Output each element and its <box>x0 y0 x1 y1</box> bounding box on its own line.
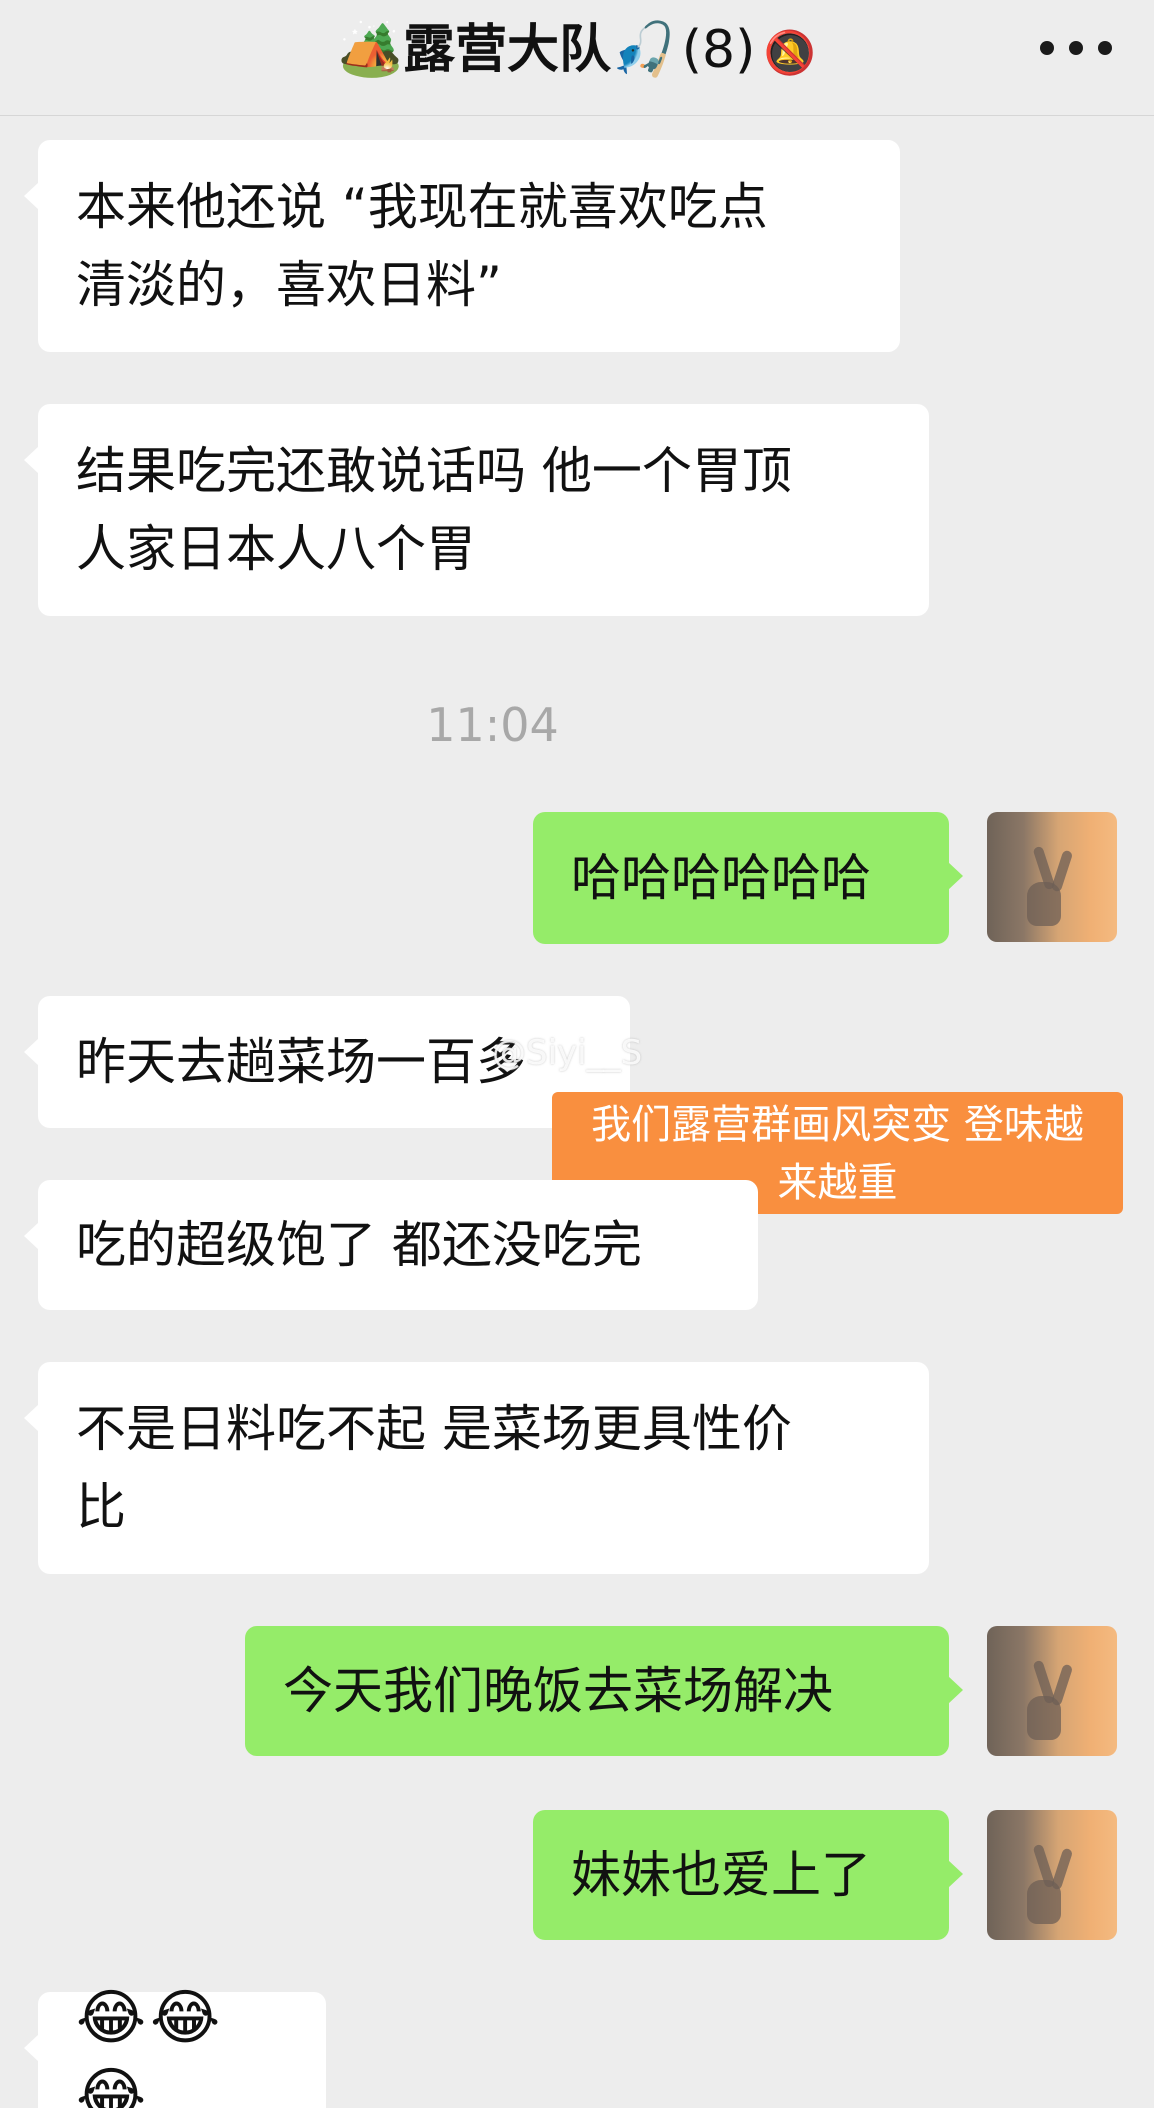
message-bubble-incoming[interactable]: 吃的超级饱了 都还没吃完 <box>24 1180 758 1310</box>
user-avatar[interactable] <box>987 1810 1117 1940</box>
message-text: 吃的超级饱了 都还没吃完 <box>76 1216 642 1274</box>
caption-line: 我们露营群画风突变 登味越 <box>591 1102 1084 1148</box>
bell-slash-icon: 🔕 <box>763 28 816 77</box>
emoji-message: 😂😂😂 <box>76 1983 225 2108</box>
member-count: (8) <box>681 20 756 80</box>
tent-emoji: 🏕️ <box>338 20 403 80</box>
dot <box>1040 41 1054 55</box>
message-text: 今天我们晚饭去菜场解决 <box>283 1662 833 1720</box>
user-avatar[interactable] <box>987 1626 1117 1756</box>
message-bubble-incoming[interactable]: 不是日料吃不起 是菜场更具性价 比 <box>24 1362 929 1574</box>
avatar-hand <box>1027 1696 1061 1740</box>
message-text: 结果吃完还敢说话吗 他一个胃顶 人家日本人八个胃 <box>76 442 792 578</box>
dot <box>1098 41 1112 55</box>
group-name: 露营大队 <box>403 20 612 80</box>
message-bubble-incoming[interactable]: 本来他还说 “我现在就喜欢吃点 清淡的，喜欢日料” <box>24 140 900 352</box>
message-bubble-incoming[interactable]: 😂😂😂 <box>24 1983 326 2108</box>
message-text: 妹妹也爱上了 <box>571 1846 871 1904</box>
message-text: 不是日料吃不起 是菜场更具性价 比 <box>76 1400 792 1536</box>
message-bubble-incoming[interactable]: 结果吃完还敢说话吗 他一个胃顶 人家日本人八个胃 <box>24 404 929 616</box>
fishing-emoji: 🎣 <box>611 20 676 80</box>
timestamp: 11:04 <box>426 698 559 752</box>
chat-title[interactable]: 🏕️露营大队🎣 (8) 🔕 <box>0 14 1154 89</box>
message-bubble-outgoing[interactable]: 妹妹也爱上了 <box>533 1810 963 1940</box>
chat-header: 🏕️露营大队🎣 (8) 🔕 <box>0 0 1154 116</box>
watermark-text: @Siyi__S <box>492 1033 643 1073</box>
message-bubble-outgoing[interactable]: 今天我们晚饭去菜场解决 <box>245 1626 963 1756</box>
message-text: 哈哈哈哈哈哈 <box>571 849 871 907</box>
message-text: 本来他还说 “我现在就喜欢吃点 清淡的，喜欢日料” <box>76 178 768 314</box>
user-avatar[interactable] <box>987 812 1117 942</box>
avatar-hand <box>1027 1880 1061 1924</box>
more-dots-icon[interactable] <box>1040 22 1112 74</box>
dot <box>1069 41 1083 55</box>
avatar-hand <box>1027 882 1061 926</box>
message-bubble-outgoing[interactable]: 哈哈哈哈哈哈 <box>533 812 963 944</box>
message-text: 昨天去趟菜场一百多 <box>76 1033 526 1091</box>
